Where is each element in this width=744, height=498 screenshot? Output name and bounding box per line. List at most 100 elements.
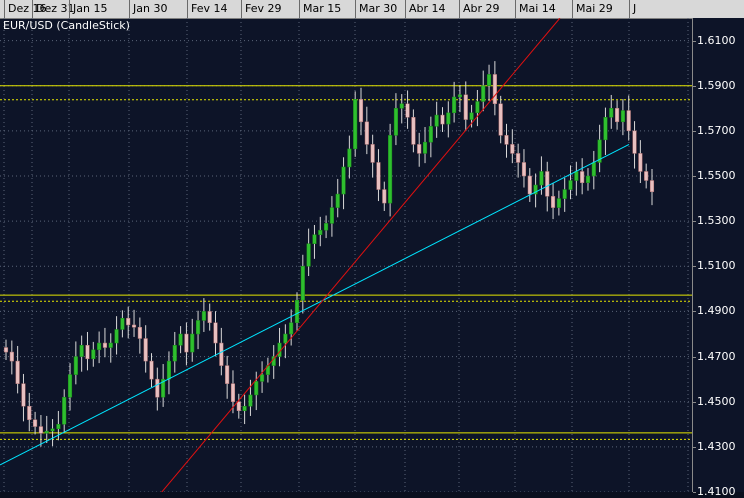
candle-body (388, 135, 393, 204)
candle-body (446, 112, 451, 125)
candle-body (335, 193, 340, 208)
candle-body (329, 207, 334, 224)
candle-body (3, 347, 9, 353)
candle-body (481, 85, 486, 102)
candle-body (172, 345, 177, 362)
candle-body (440, 114, 445, 125)
candle-body (486, 74, 492, 86)
y-tick-mark (693, 40, 696, 42)
candle-body (50, 428, 55, 432)
candle-body (411, 117, 416, 145)
x-tick-label: Jan 15 (69, 0, 107, 18)
candle-body (353, 99, 358, 150)
x-tick-label: Mai 29 (572, 0, 613, 18)
candle-body (591, 162, 596, 177)
candle-body (341, 166, 346, 195)
x-tick-label: Fev 29 (241, 0, 282, 18)
y-tick-mark (693, 85, 696, 87)
candle-body (370, 144, 375, 163)
y-tick-mark (693, 266, 696, 268)
y-tick-label: 1.5300 (697, 214, 736, 228)
candle-body (97, 342, 102, 351)
y-tick-mark (693, 446, 696, 448)
candle-body (318, 229, 323, 235)
candle-body (178, 333, 183, 346)
candle-body (463, 94, 468, 120)
candle-body (114, 329, 119, 344)
y-tick-mark (693, 221, 696, 223)
candle-body (504, 135, 509, 145)
candle-body (434, 114, 439, 127)
y-tick-mark (693, 401, 696, 403)
candle-body (62, 396, 67, 425)
candle-body (585, 175, 591, 184)
candle-body (102, 342, 107, 348)
candle-body (67, 374, 73, 398)
candle-body (399, 103, 404, 109)
y-tick-mark (693, 176, 696, 177)
candle-body (143, 338, 148, 362)
candle-body (638, 153, 643, 172)
candle-body (527, 175, 532, 195)
candle-body (230, 383, 236, 402)
candle-body (120, 317, 125, 330)
candle-body (300, 266, 305, 301)
candle-body (248, 394, 253, 407)
candle-body (551, 196, 556, 208)
candle-body (562, 189, 567, 199)
candle-body (626, 110, 631, 132)
plot-area[interactable] (0, 18, 692, 492)
candle-body (417, 144, 422, 154)
y-tick-label: 1.4500 (697, 394, 736, 408)
candle-body (620, 110, 625, 123)
candle-body (15, 360, 20, 384)
x-tick-label: Mar 30 (355, 0, 397, 18)
candle-body (358, 99, 364, 123)
candle-body (149, 360, 154, 380)
x-tick-label: Mai 14 (515, 0, 556, 18)
candle-body (155, 378, 160, 398)
y-tick-mark (693, 356, 696, 358)
candle-body (649, 180, 655, 193)
price-axis: 1.6100 1.5900 1.5700 1.5500 1.5300 1.5100 1.49… (692, 18, 744, 498)
candle-body (85, 345, 90, 360)
y-tick-mark (693, 492, 696, 493)
candle-body (196, 320, 201, 335)
candle-body (306, 243, 311, 267)
y-tick-label: 1.5700 (697, 123, 736, 137)
candle-body (33, 419, 38, 427)
y-tick-label: 1.4900 (697, 304, 736, 318)
candle-body (422, 141, 428, 154)
candle-body (294, 299, 300, 323)
candle-body (44, 430, 49, 434)
candle-body (108, 342, 113, 348)
x-tick-label: J (629, 0, 636, 18)
candle-body (382, 189, 387, 204)
candle-body (225, 365, 230, 384)
candle-body (289, 322, 294, 335)
candle-body (376, 162, 381, 190)
trendline (0, 143, 630, 466)
candle-body (580, 171, 585, 184)
candle-body (73, 356, 78, 375)
candle-body (131, 324, 137, 328)
candle-body (242, 405, 247, 411)
candle-body (9, 351, 14, 362)
x-tick-label: Fev 14 (187, 0, 228, 18)
candle-body (615, 108, 620, 123)
candle-body (568, 180, 573, 190)
candle-body (609, 108, 614, 118)
candle-body (219, 342, 224, 366)
candle-body (516, 153, 521, 163)
candle-body (539, 171, 544, 186)
y-tick-label: 1.5500 (697, 169, 736, 182)
candle-body (207, 311, 212, 323)
candle-body (79, 345, 84, 357)
candle-body (21, 383, 26, 407)
candle-body (457, 94, 462, 98)
candle-body (91, 349, 96, 360)
candle-body (632, 130, 637, 154)
candle-body (260, 374, 265, 382)
y-tick-label: 1.5100 (697, 259, 736, 273)
y-tick-label: 1.6100 (697, 33, 736, 47)
